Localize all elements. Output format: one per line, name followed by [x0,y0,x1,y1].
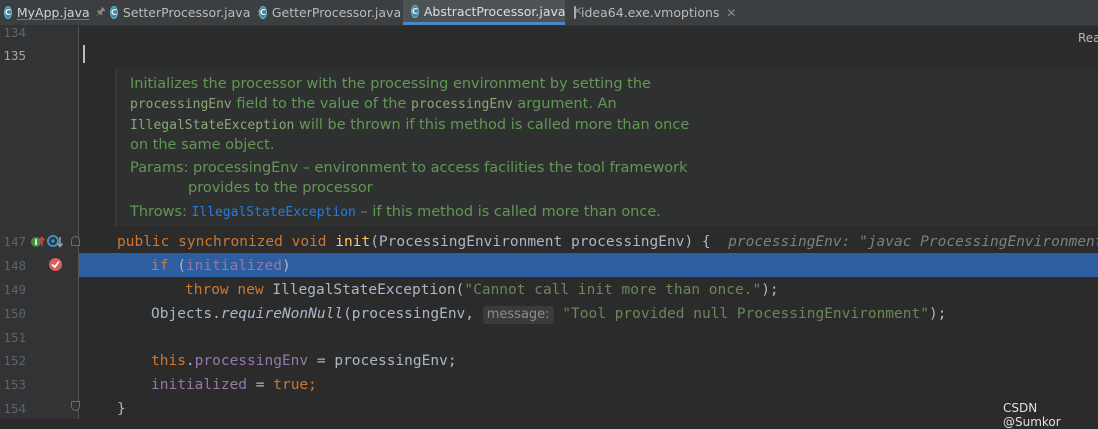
doc-line: on the same object. [130,137,275,153]
tab-setterprocessor[interactable]: C SetterProcessor.java 🖈︎ [110,0,267,25]
gutter-separator [78,26,79,419]
tab-getterprocessor[interactable]: C GetterProcessor.java 🖈︎ [259,0,417,25]
svg-text:I: I [35,238,38,247]
breakpoint-icon[interactable] [48,257,63,272]
watermark: CSDN @Sumkor [1003,401,1061,429]
doc-params: Params: processingEnv – environment to a… [130,160,688,176]
code-line-153[interactable]: initialized = true; [151,376,317,394]
code-line-152[interactable]: this.processingEnv = processingEnv; [151,352,457,370]
java-class-icon: C [4,6,12,19]
line-number: 150 [3,306,26,321]
tab-label: GetterProcessor.java [271,5,402,20]
tab-idea64-vmoptions[interactable]: idea64.exe.vmoptions ✕ [574,0,736,25]
tab-label: SetterProcessor.java [122,5,251,20]
line-number: 152 [3,353,26,368]
throws-link[interactable]: IllegalStateException [191,205,355,220]
java-class-icon: C [411,4,419,18]
tab-abstractprocessor[interactable]: C AbstractProcessor.java ✕ [403,0,583,25]
doc-line: IllegalStateException will be thrown if … [130,117,690,133]
implementing-methods-icon[interactable]: I [30,234,46,249]
line-number: 148 [3,258,26,273]
text-file-icon [574,6,576,19]
line-number: 149 [3,282,26,297]
fold-marker-icon[interactable] [71,401,80,411]
code-line-147[interactable]: public synchronized void init(Processing… [117,233,1098,251]
line-number: 135 [3,48,26,63]
line-number: 151 [3,330,26,345]
doc-line: processingEnv field to the value of the … [130,96,617,112]
close-icon[interactable]: ✕ [726,6,736,20]
code-line-149[interactable]: throw new IllegalStateException("Cannot … [185,281,779,299]
doc-throws: Throws: IllegalStateException – if this … [130,204,661,220]
doc-params-cont: provides to the processor [188,180,373,196]
line-number: 134 [3,25,26,40]
code-line-150[interactable]: Objects.requireNonNull(processingEnv, me… [151,305,946,324]
parameter-name-hint: message: [482,306,554,324]
tab-label: MyApp.java [16,5,90,20]
text-caret [83,45,85,63]
line-number: 154 [3,401,26,416]
editor-tab-bar: C MyApp.java 🖈︎ C SetterProcessor.java 🖈… [0,0,1098,26]
fold-marker-icon[interactable] [71,236,80,246]
reader-mode-toggle[interactable]: Rea [1078,31,1098,45]
code-line-148[interactable]: if (initialized) [151,257,291,275]
debug-inline-value: processingEnv: "javac ProcessingEnvironm… [728,234,1098,250]
pin-icon[interactable]: 🖈︎ [96,3,106,22]
line-number: 147 [3,234,26,249]
java-class-icon: C [259,6,267,19]
tab-label: idea64.exe.vmoptions [581,5,720,20]
code-line-154[interactable]: } [117,400,126,418]
java-class-icon: C [110,6,118,19]
tab-label: AbstractProcessor.java [423,3,566,19]
debug-watch-icon[interactable] [47,234,65,249]
doc-line: Initializes the processor with the proce… [130,76,651,92]
tab-myapp[interactable]: C MyApp.java 🖈︎ [4,0,106,25]
line-number: 153 [3,377,26,392]
